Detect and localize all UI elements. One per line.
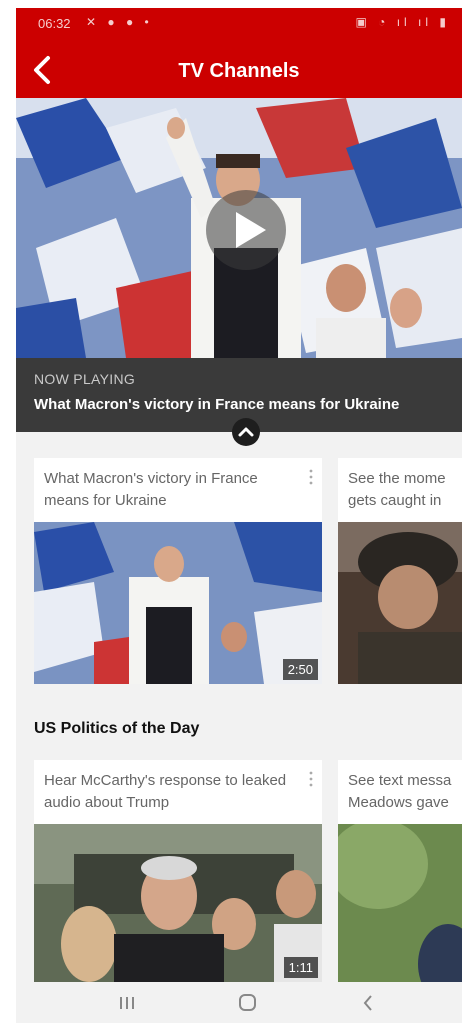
system-back-button[interactable]	[354, 989, 384, 1017]
video-thumbnail[interactable]	[338, 824, 462, 982]
page-title: TV Channels	[178, 60, 300, 82]
recents-icon	[120, 997, 134, 1009]
home-button[interactable]	[232, 989, 262, 1017]
play-button[interactable]	[206, 190, 286, 270]
chevron-up-icon	[238, 427, 254, 437]
recents-button[interactable]	[112, 989, 142, 1017]
play-icon	[236, 212, 266, 248]
thumbnail-image	[338, 522, 462, 684]
status-bar: 06:32 ✕ ● ● • ▣ ◔ ıl ıl ▮	[16, 8, 462, 38]
video-duration: 1:11	[283, 957, 318, 978]
thumbnail-image	[34, 824, 322, 982]
home-icon	[239, 994, 256, 1011]
back-icon	[363, 995, 372, 1011]
video-card-title: What Macron's victory in France means fo…	[44, 470, 258, 509]
video-card[interactable]: See text messa Meadows gave	[338, 760, 462, 982]
video-thumbnail[interactable]	[338, 522, 462, 684]
video-player[interactable]	[16, 98, 462, 358]
video-card[interactable]: Hear McCarthy's response to leaked audio…	[34, 760, 322, 982]
video-card-title: See the mome gets caught in	[348, 470, 446, 509]
now-playing-title: What Macron's victory in France means fo…	[34, 396, 400, 413]
video-card[interactable]: What Macron's victory in France means fo…	[34, 458, 322, 684]
system-nav-bar	[16, 983, 462, 1023]
video-thumbnail[interactable]: 1:11	[34, 824, 322, 982]
more-options-icon[interactable]	[306, 468, 316, 486]
thumbnail-image	[34, 522, 322, 684]
video-card-title: Hear McCarthy's response to leaked audio…	[44, 772, 287, 811]
video-duration: 2:50	[282, 659, 318, 680]
video-card-title: See text messa Meadows gave	[348, 772, 452, 811]
phone-screen: 06:32 ✕ ● ● • ▣ ◔ ıl ıl ▮ TV Channels NO…	[16, 8, 462, 1023]
video-thumbnail[interactable]: 2:50	[34, 522, 322, 684]
collapse-button[interactable]	[232, 418, 260, 446]
more-options-icon[interactable]	[306, 770, 316, 788]
notification-icons: ✕ ● ● •	[86, 15, 153, 29]
status-time: 06:32	[38, 16, 71, 31]
thumbnail-image	[338, 824, 462, 982]
video-card[interactable]: See the mome gets caught in	[338, 458, 462, 684]
section-title: US Politics of the Day	[34, 720, 200, 737]
system-icons: ▣ ◔ ıl ıl ▮	[355, 15, 450, 29]
now-playing-label: NOW PLAYING	[34, 371, 136, 387]
app-header: 06:32 ✕ ● ● • ▣ ◔ ıl ıl ▮ TV Channels	[16, 8, 462, 98]
